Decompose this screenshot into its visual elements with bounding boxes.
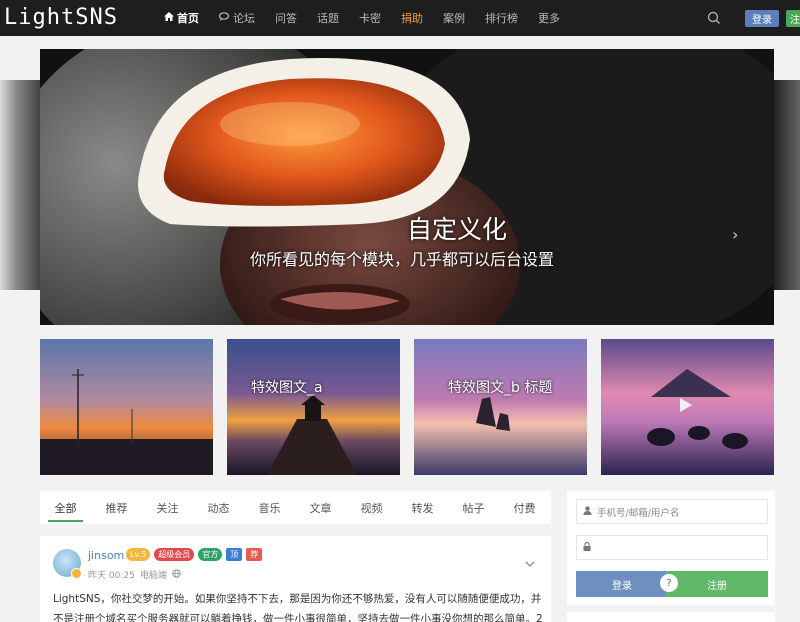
next-slide-preview[interactable] [774,80,800,290]
nav-item-donate[interactable]: 捐助 [401,10,423,26]
recommended-badge: 荐 [246,548,263,561]
tab-paid[interactable]: 付费 [499,500,550,516]
nav-item-cards[interactable]: 卡密 [359,10,381,26]
verified-badge-icon [71,568,82,579]
chevron-down-icon[interactable] [525,554,535,567]
login-button[interactable]: 登录 [576,571,668,597]
tab-posts[interactable]: 帖子 [448,500,499,516]
feature-card-sunset[interactable] [40,339,213,475]
tab-following[interactable]: 关注 [142,500,193,516]
sunset-image [40,339,213,475]
chat-icon [218,12,230,24]
nav-item-more[interactable]: 更多 [538,10,560,26]
feature-card-a[interactable]: 特效图文_a [227,339,400,475]
vip-badge: 超级会员 [154,548,195,561]
rock-sea-image [414,339,587,475]
main-nav: 首页 论坛 问答 话题 卡密 捐助 案例 排行榜 更多 [164,0,580,36]
top-navbar: LightSNS 首页 论坛 问答 话题 卡密 捐助 案例 排行榜 更多 登录 … [0,0,800,36]
username-placeholder: 手机号/邮箱/用户名 [597,507,680,519]
tab-recommended[interactable]: 推荐 [91,500,142,516]
nav-item-home[interactable]: 首页 [164,10,199,26]
hero-subtitle: 你所看见的每个模块，几乎都可以后台设置 [250,250,555,269]
register-button[interactable]: 注册 [666,571,768,597]
tab-all[interactable]: 全部 [40,500,91,522]
site-logo[interactable]: LightSNS [4,5,118,30]
hero-title: 自定义化 [406,215,507,244]
feature-card-b[interactable]: 特效图文_b 标题 [414,339,587,475]
level-badge: Lv.5 [126,548,151,561]
nav-item-qa[interactable]: 问答 [275,10,297,26]
post-username[interactable]: jinsom [88,549,124,562]
tab-reposts[interactable]: 转发 [397,500,448,516]
pinned-badge: 顶 [226,548,243,561]
login-widget: 手机号/邮箱/用户名 登录 注册 ? [567,491,775,605]
pier-image [227,339,400,475]
tab-articles[interactable]: 文章 [295,500,346,516]
sidebar-next-widget [567,612,775,622]
official-badge: 官方 [198,548,223,561]
play-icon[interactable] [680,398,692,412]
username-field[interactable]: 手机号/邮箱/用户名 [576,499,768,524]
nav-item-cases[interactable]: 案例 [443,10,465,26]
chevron-right-icon[interactable]: › [732,225,738,244]
nav-item-ranking[interactable]: 排行榜 [485,10,518,26]
home-icon [164,12,174,24]
feed-post: jinsom Lv.5 超级会员 官方 顶 荐 昨天 00:25 电脑端 Lig… [40,536,551,622]
prev-slide-preview[interactable] [0,80,40,290]
nav-item-label: 首页 [177,12,199,25]
feature-card-video[interactable] [601,339,774,475]
tab-videos[interactable]: 视频 [346,500,397,516]
nav-item-forum[interactable]: 论坛 [218,10,255,26]
card-label: 特效图文_b 标题 [448,380,553,396]
post-source: 电脑端 [139,571,167,581]
card-label: 特效图文_a [251,380,323,396]
nav-item-topics[interactable]: 话题 [317,10,339,26]
post-time: 昨天 00:25 [88,571,135,581]
user-icon [577,505,597,518]
password-field[interactable] [576,535,768,560]
tab-updates[interactable]: 动态 [193,500,244,516]
lock-icon [577,541,597,554]
register-button-top[interactable]: 注 [786,10,800,27]
login-button-top[interactable]: 登录 [745,10,779,27]
user-badges: Lv.5 超级会员 官方 顶 荐 [126,548,266,561]
hero-image [40,49,774,325]
post-content: LightSNS，你社交梦的开始。如果你坚持不下去，那是因为你还不够热爱，没有人… [53,593,543,622]
tab-music[interactable]: 音乐 [244,500,295,516]
search-icon[interactable] [706,10,722,26]
globe-icon [172,568,181,581]
or-divider: ? [660,574,678,592]
feed-tabs: 全部 推荐 关注 动态 音乐 文章 视频 转发 帖子 付费 [40,491,551,524]
post-meta: 昨天 00:25 电脑端 [88,568,186,581]
hero-slider[interactable]: 自定义化 你所看见的每个模块，几乎都可以后台设置 › [40,49,774,325]
nav-item-label: 论坛 [233,12,255,25]
